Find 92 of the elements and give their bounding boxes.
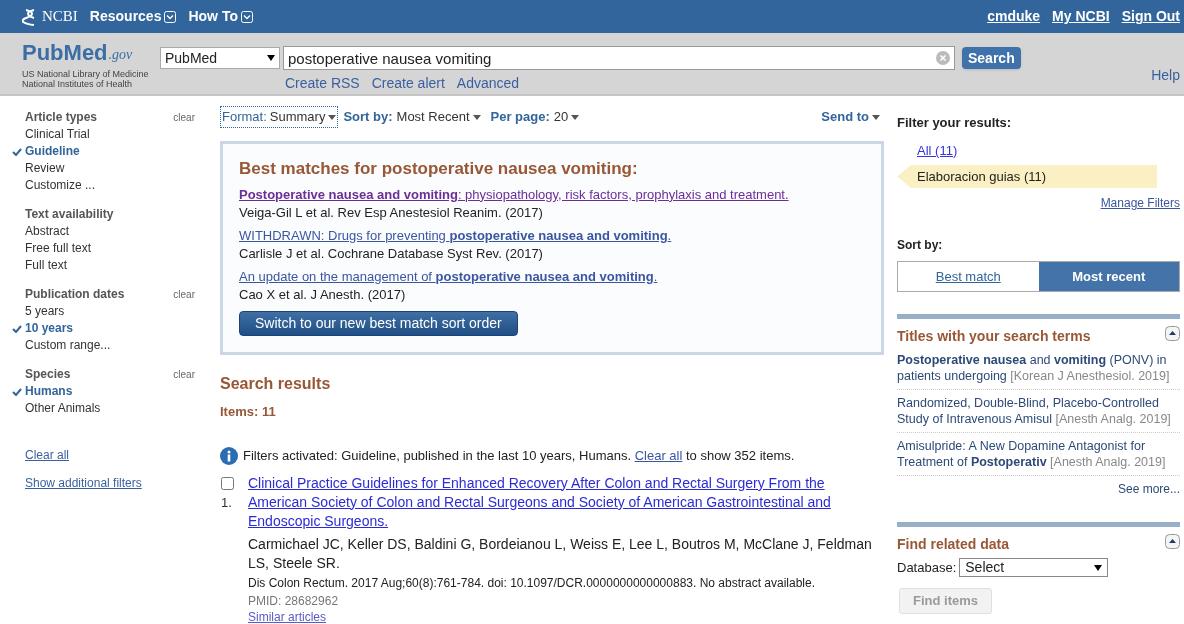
sort-title: Sort by: — [897, 237, 944, 254]
info-icon — [220, 446, 238, 465]
user-link[interactable]: My NCBI — [1052, 6, 1110, 27]
database-label: Database: — [897, 559, 957, 577]
format-menu[interactable]: Format: Summary — [220, 106, 339, 128]
related-article-link[interactable]: Amisulpride: A New Dopamine Antagonist for Treatment of Postoperativ [Anesth Analg. 2019] — [897, 433, 1180, 476]
menu-button[interactable]: Resources — [89, 6, 177, 27]
filter-group-title: Text availability — [25, 206, 114, 223]
collapse-icon[interactable] — [1165, 326, 1180, 341]
related-article-link[interactable]: Postoperative nausea and vomiting (PONV) in patients undergoing [Korean J Anesthesiol. 2019] — [897, 347, 1180, 390]
chevron-down-icon — [164, 10, 177, 23]
filter-item[interactable]: Review — [25, 160, 195, 177]
caret-icon — [571, 114, 580, 120]
header-link[interactable]: Create RSS — [285, 73, 360, 94]
panel-heading: Best matches for postoperative nausea vomiting: — [239, 158, 639, 180]
filter-item[interactable]: 10 years — [25, 320, 195, 337]
search-field[interactable]: postoperative nausea vomiting — [283, 46, 955, 70]
source-text: [Anesth Analg. 2019] — [1050, 455, 1166, 469]
search-button[interactable]: Search — [962, 47, 1021, 69]
filter-item[interactable]: 5 years — [25, 303, 195, 320]
pubmed-logo[interactable]: PubMed — [22, 41, 108, 65]
filter-group-title: Publication dates — [25, 286, 125, 303]
clear-link[interactable]: clear — [173, 109, 195, 125]
sidebar-link[interactable]: Clear all — [25, 446, 195, 464]
switch-sort-button[interactable]: Switch to our new best match sort order — [239, 310, 518, 336]
per-page-menu[interactable]: Per page: 20 — [490, 107, 580, 127]
menu-button[interactable]: How To — [188, 6, 253, 27]
results-heading: Search results — [220, 373, 332, 394]
citation-text: Cao X et al. J Anesth. (2017) — [239, 285, 407, 304]
filter-item[interactable]: Full text — [25, 257, 195, 274]
items-count: Items: 11 — [220, 402, 277, 421]
database-select[interactable]: PubMed — [160, 47, 280, 69]
clear-link[interactable]: clear — [173, 286, 195, 302]
user-link[interactable]: Sign Out — [1121, 6, 1180, 27]
caret-icon — [328, 114, 337, 120]
citation-text: Carlisle J et al. Cochrane Database Syst Rev. (2017) — [239, 244, 544, 263]
header-link[interactable]: Create alert — [371, 73, 445, 94]
clear-link[interactable]: clear — [173, 366, 195, 382]
check-icon — [12, 148, 22, 156]
caret-icon — [872, 114, 880, 120]
pmid-text: PMID: 28682962 — [248, 592, 340, 609]
result-checkbox[interactable] — [221, 476, 234, 490]
result-number: 1. — [221, 493, 232, 512]
chevron-down-icon — [240, 10, 253, 23]
dropdown-arrow-icon — [267, 55, 275, 61]
related-article-link[interactable]: Randomized, Double-Blind, Placebo-Controlled Study of Intravenous Amisul [Anesth Analg. 2019] — [897, 390, 1180, 433]
sort-menu[interactable]: Sort by: Most Recent — [343, 107, 481, 127]
source-text: [Korean J Anesthesiol. 2019] — [1010, 369, 1170, 383]
help-link[interactable]: Help — [1151, 65, 1180, 86]
collapse-icon[interactable] — [1165, 534, 1180, 549]
citation-text: Dis Colon Rectum. 2017 Aug;60(8):761-784. doi: 10.1097/DCR.0000000000000883. No abstract available. — [248, 574, 817, 591]
panel-heading: Find related data — [897, 535, 1010, 554]
dropdown-arrow-icon — [1094, 564, 1103, 571]
clear-all-link[interactable]: Clear all — [634, 448, 683, 463]
filter-item[interactable]: Customize ... — [25, 177, 195, 194]
caret-icon — [472, 114, 481, 120]
filter-notice: Filters activated: Guideline, published in the last 10 years, Humans. Clear all to show 352 items. — [243, 447, 795, 465]
send-to-menu[interactable]: Send to — [821, 107, 880, 127]
check-icon — [12, 325, 22, 333]
header-link[interactable]: Advanced — [456, 73, 520, 94]
citation-text: Veiga-Gil L et al. Rev Esp Anestesiol Reanim. (2017) — [239, 203, 544, 222]
ncbi-logo[interactable]: NCBI — [42, 5, 78, 28]
filter-group-title: Species — [25, 366, 71, 383]
authors-text: Carmichael JC, Keller DS, Baldini G, Bordeianou L, Weiss E, Lee L, Boutros M, McClane J, Feldman LS, Steele SR. — [248, 534, 873, 573]
panel-heading: Titles with your search terms — [897, 327, 1091, 346]
library-name: US National Library of Medicine — [22, 69, 150, 79]
article-link[interactable]: An update on the management of postoperative nausea and vomiting. — [239, 267, 865, 286]
result-title-link[interactable]: Clinical Practice Guidelines for Enhanced Recovery After Colon and Rectal Surgery From the American Society of Colon and Rectal Surgeons and Society of American Gastrointestinal and Endoscopic Surgeons. — [248, 473, 878, 531]
filter-item[interactable]: Clinical Trial — [25, 126, 195, 143]
article-link[interactable]: Postoperative nausea and vomiting: physiopathology, risk factors, prophylaxis and treatment. — [239, 185, 865, 204]
similar-articles-link[interactable]: Similar articles — [248, 608, 878, 624]
sidebar-link[interactable]: Show additional filters — [25, 474, 195, 492]
article-link[interactable]: WITHDRAWN: Drugs for preventing postoperative nausea and vomiting. — [239, 226, 865, 245]
source-text: [Anesth Analg. 2019] — [1055, 412, 1171, 426]
check-icon — [12, 388, 22, 396]
user-link[interactable]: cmduke — [987, 6, 1041, 27]
filter-link[interactable]: Elaboracion guias (11) — [897, 165, 1157, 188]
filter-title: Filter your results: — [897, 114, 1013, 132]
database-select[interactable]: Select — [959, 558, 1109, 578]
filter-item[interactable]: Guideline — [25, 143, 195, 160]
logo-suffix: .gov — [108, 46, 133, 64]
sort-option[interactable]: Most recent — [1038, 262, 1179, 291]
filter-group-title: Article types — [25, 109, 98, 126]
filter-item[interactable]: Humans — [25, 383, 195, 400]
see-more-link[interactable]: See more... — [1117, 480, 1180, 498]
filter-item[interactable]: Abstract — [25, 223, 195, 240]
filter-item[interactable]: Free full text — [25, 240, 195, 257]
institute-name: National Institutes of Health — [22, 79, 134, 89]
filter-item[interactable]: Custom range... — [25, 337, 195, 354]
filter-link[interactable]: All (11) — [917, 140, 958, 160]
filter-item[interactable]: Other Animals — [25, 400, 195, 417]
manage-filters-link[interactable]: Manage Filters — [1100, 194, 1180, 212]
